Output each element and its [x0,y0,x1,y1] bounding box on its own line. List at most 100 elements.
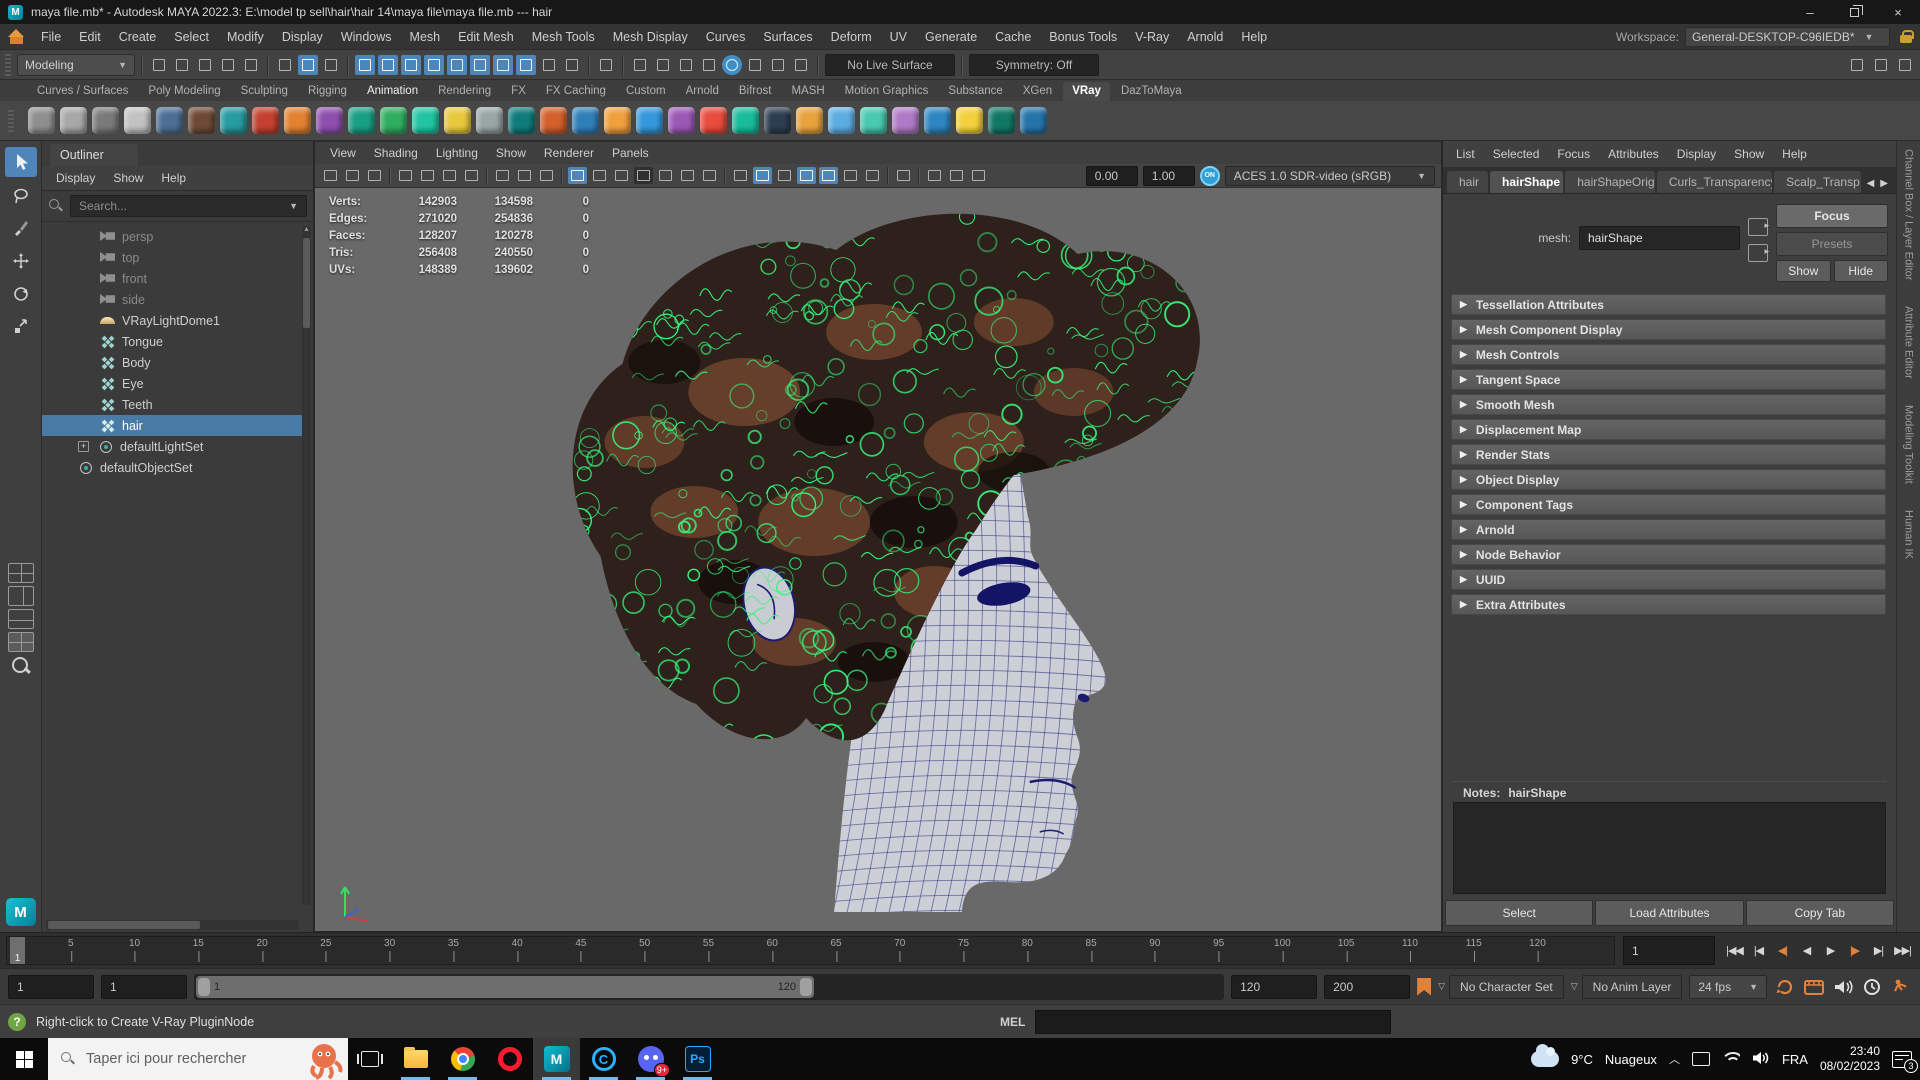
range-slider-bar[interactable]: 1 120 [196,975,815,998]
sep[interactable] [486,167,488,184]
ae-menu-selected[interactable]: Selected [1484,143,1549,165]
side-tab-modeling-toolkit[interactable]: Modeling Toolkit [1903,405,1915,484]
taskbar-app-chrome[interactable] [439,1038,486,1080]
range-end-handle[interactable] [800,977,813,996]
shelf-icon[interactable] [924,107,951,134]
viewport-menu-view[interactable]: View [321,143,365,163]
ae-section-mesh-component-display[interactable]: ▶ Mesh Component Display [1451,319,1886,340]
outliner-item-teeth[interactable]: Teeth [42,394,313,415]
crop-view-icon[interactable] [969,167,988,184]
show-button[interactable]: Show [1776,260,1831,282]
menu-create[interactable]: Create [110,26,166,48]
layout-two-pane-button[interactable] [7,586,34,606]
shelf-icon[interactable] [988,107,1015,134]
sidebar-toggle-channel-box-icon[interactable] [1895,55,1915,75]
exposure-field[interactable]: 0.00 [1085,165,1138,186]
ae-menu-display[interactable]: Display [1668,143,1725,165]
textured-icon[interactable] [775,167,794,184]
menu-help[interactable]: Help [1232,26,1276,48]
button-select[interactable]: Select [1445,900,1594,926]
resolution-gate-icon[interactable] [612,167,631,184]
highlight-selection-icon[interactable] [562,55,582,75]
drag-handle[interactable] [8,109,14,132]
shelf-icon[interactable] [316,107,343,134]
play-backwards-button[interactable]: ◀ [1795,936,1818,965]
viewport-menu-lighting[interactable]: Lighting [427,143,487,163]
language-indicator[interactable]: FRA [1782,1052,1808,1067]
wireframe-on-shaded-icon[interactable] [797,167,816,184]
ghost-other-icon[interactable] [365,167,384,184]
render-icon[interactable] [630,55,650,75]
layout-four-pane-button[interactable] [7,563,34,583]
button-copy-tab[interactable]: Copy Tab [1745,900,1894,926]
menu-surfaces[interactable]: Surfaces [754,26,821,48]
menu-windows[interactable]: Windows [332,26,401,48]
layout-current-button[interactable] [7,632,34,652]
ipr-render-icon[interactable] [653,55,673,75]
snap-view-plane-icon[interactable] [447,54,467,75]
ae-tab-curls-transparency[interactable]: Curls_Transparency [1656,171,1773,193]
tab-scroll-right-icon[interactable]: ▶ [1880,178,1888,189]
symmetry-field[interactable]: Symmetry: Off [969,53,1099,76]
menu-v-ray[interactable]: V-Ray [1126,26,1178,48]
task-view-button[interactable] [348,1038,392,1080]
paint-select-tool[interactable] [5,213,37,243]
undo-icon[interactable] [218,55,238,75]
chevron-down-icon[interactable]: ▽ [1571,981,1578,992]
shelf-tab-substance[interactable]: Substance [939,82,1011,101]
pause-viewport-icon[interactable] [791,55,811,75]
wireframe-icon[interactable] [731,167,750,184]
shelf-tab-fx[interactable]: FX [502,82,535,101]
shelf-tab-mash[interactable]: MASH [782,82,833,101]
renderer-toggle-icon[interactable] [321,167,340,184]
lights-icon[interactable] [841,167,860,184]
sep[interactable] [724,167,726,184]
outliner-scrollbar[interactable] [302,226,311,905]
menu-cache[interactable]: Cache [986,26,1040,48]
ae-tab-scalp-transp[interactable]: Scalp_Transp [1774,171,1861,193]
range-slider-track[interactable]: 1 120 [194,973,1225,1000]
shelf-tab-rigging[interactable]: Rigging [299,82,356,101]
outliner-item-side[interactable]: side [42,289,313,310]
side-tab-attribute-editor[interactable]: Attribute Editor [1903,306,1915,379]
shelf-icon[interactable] [60,107,87,134]
layout-pane-outliner-button[interactable] [7,609,34,629]
isolate-select-icon[interactable] [894,167,913,184]
snap-projected-center-icon[interactable] [424,54,444,75]
sep[interactable] [622,54,624,75]
shelf-icon[interactable] [572,107,599,134]
workspace-lock-icon[interactable] [1900,30,1914,43]
camera-attributes-icon[interactable] [440,167,459,184]
hide-button[interactable]: Hide [1833,260,1888,282]
snap-grid-icon[interactable] [355,54,375,75]
weather-temperature[interactable]: 9°C [1571,1052,1593,1067]
character-set-select[interactable]: No Character Set [1449,974,1564,999]
focus-button[interactable]: Focus [1776,204,1888,228]
sep[interactable] [887,167,889,184]
magnifier-icon[interactable] [10,655,32,677]
command-line-input[interactable] [1035,1009,1392,1034]
taskbar-app-opera[interactable] [486,1038,533,1080]
menu-edit-mesh[interactable]: Edit Mesh [449,26,523,48]
taskbar-app-maya[interactable]: M [533,1038,580,1080]
snap-point-icon[interactable] [401,54,421,75]
anim-layer-select[interactable]: No Anim Layer [1581,974,1683,999]
shelf-tab-bifrost[interactable]: Bifrost [730,82,781,101]
taskbar-app-discord[interactable]: 9+ [627,1038,674,1080]
shelf-tab-daztomaya[interactable]: DazToMaya [1112,82,1191,101]
workspace-select[interactable]: General-DESKTOP-C96IEDB* ▼ [1685,26,1890,47]
current-frame-field[interactable]: 1 [1623,936,1715,965]
shelf-icon[interactable] [668,107,695,134]
menu-set-select[interactable]: Modeling ▼ [17,53,135,76]
rotate-tool[interactable] [5,279,37,309]
lock-selection-icon[interactable] [539,55,559,75]
wifi-icon[interactable] [1722,1052,1740,1066]
menu-select[interactable]: Select [165,26,218,48]
animation-preferences-icon[interactable] [1861,977,1883,997]
image-plane-icon[interactable] [678,167,697,184]
sep[interactable] [588,54,590,75]
shelf-tab-animation[interactable]: Animation [358,82,427,101]
ae-section-smooth-mesh[interactable]: ▶ Smooth Mesh [1451,394,1886,415]
shelf-tab-curves-surfaces[interactable]: Curves / Surfaces [28,82,137,101]
color-management-toggle[interactable]: ON [1199,165,1220,186]
